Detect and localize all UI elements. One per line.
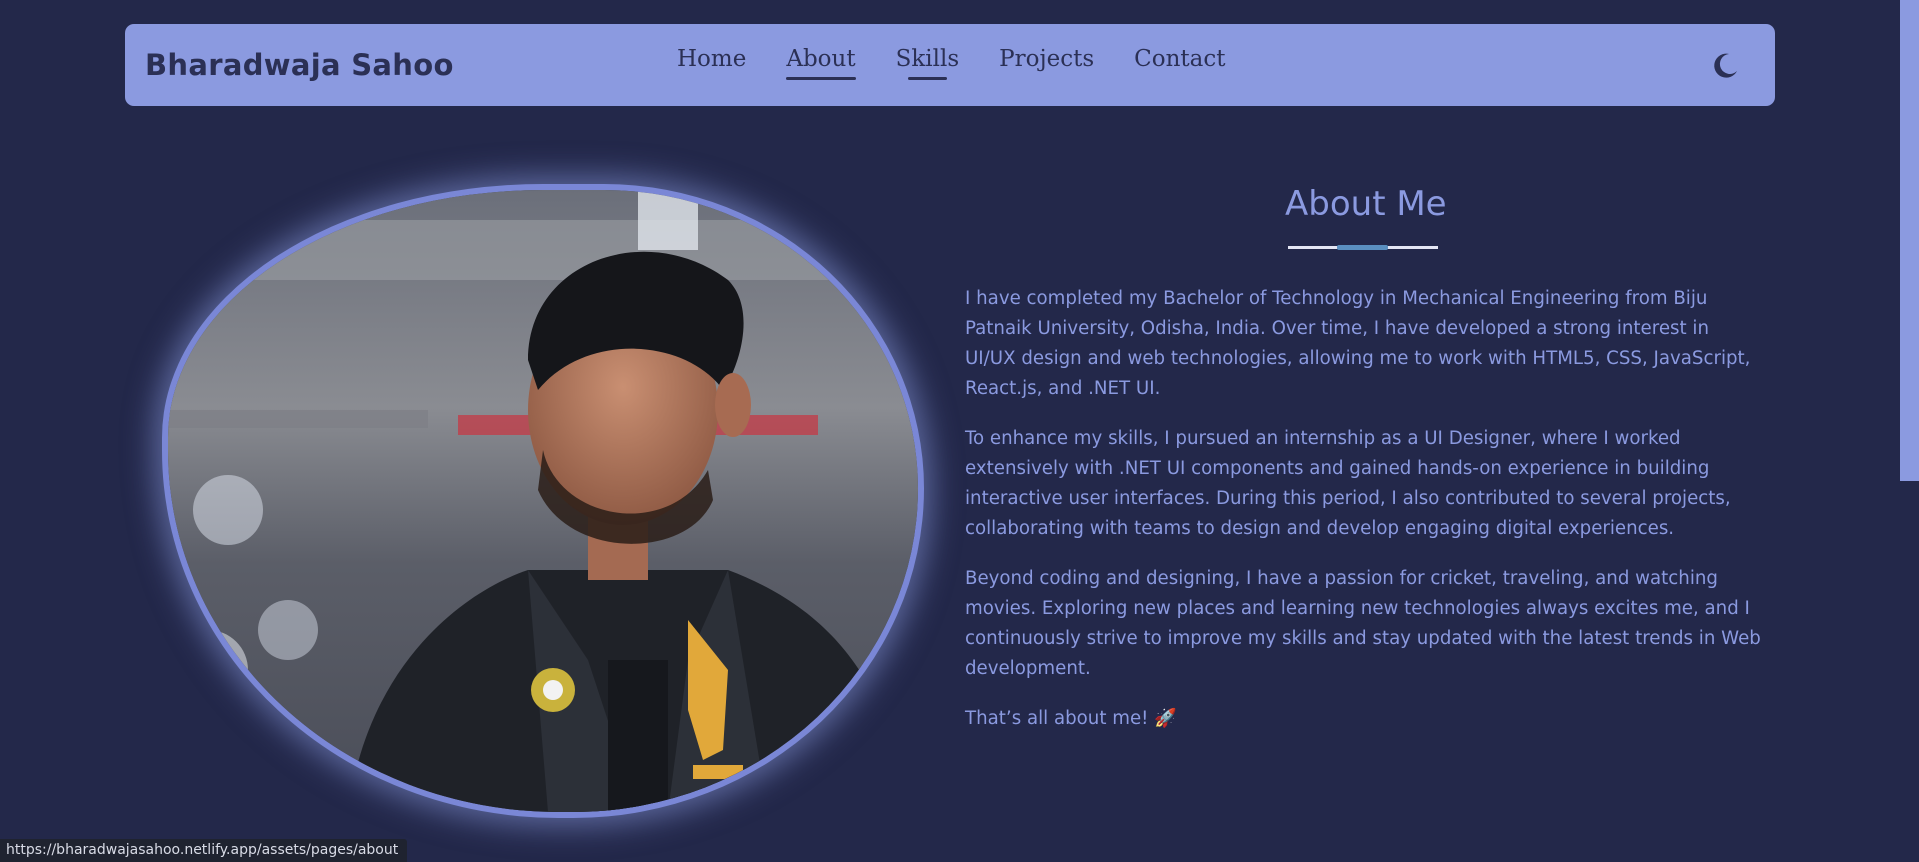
moon-icon bbox=[1714, 53, 1737, 78]
about-paragraph-hobbies: Beyond coding and designing, I have a pa… bbox=[965, 568, 1761, 679]
profile-photo-image bbox=[168, 190, 918, 812]
about-paragraph-internship: To enhance my skills, I pursued an inter… bbox=[965, 428, 1731, 539]
theme-toggle-button[interactable] bbox=[1709, 50, 1741, 82]
title-underline-accent bbox=[1337, 245, 1388, 250]
navbar: Bharadwaja Sahoo Home About Skills Proje… bbox=[125, 24, 1775, 106]
nav-link-home[interactable]: Home bbox=[677, 46, 746, 82]
about-text: I have completed my Bachelor of Technolo… bbox=[965, 284, 1765, 754]
nav-link-contact[interactable]: Contact bbox=[1134, 46, 1225, 82]
nav-link-skills[interactable]: Skills bbox=[896, 46, 959, 82]
about-paragraph-closing: That’s all about me! 🚀 bbox=[965, 708, 1177, 729]
status-bar-url: https://bharadwajasahoo.netlify.app/asse… bbox=[0, 839, 408, 862]
nav-link-about[interactable]: About bbox=[786, 46, 856, 82]
nav-link-projects[interactable]: Projects bbox=[999, 46, 1094, 82]
about-paragraph-education: I have completed my Bachelor of Technolo… bbox=[965, 288, 1751, 399]
scrollbar-thumb[interactable] bbox=[1900, 0, 1919, 481]
brand-logo-text[interactable]: Bharadwaja Sahoo bbox=[145, 48, 454, 82]
profile-photo bbox=[162, 184, 924, 818]
nav-links: Home About Skills Projects Contact bbox=[677, 46, 1226, 82]
about-section-title: About Me bbox=[1285, 184, 1447, 224]
